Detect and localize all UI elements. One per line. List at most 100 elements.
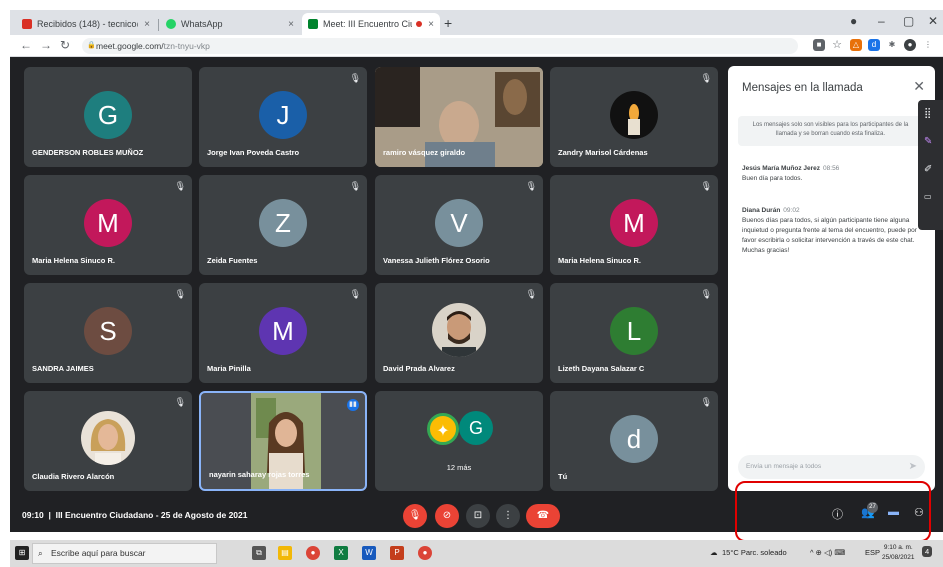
- close-tab-icon[interactable]: ×: [428, 19, 434, 30]
- new-tab-button[interactable]: +: [444, 15, 452, 31]
- file-explorer-icon[interactable]: ▤: [278, 546, 292, 560]
- back-arrow-icon[interactable]: ←: [20, 38, 32, 52]
- tray-icons[interactable]: ^ ⊕ ◁) ⌨: [810, 548, 845, 557]
- participant-tile[interactable]: 🎙 Z Zeida Fuentes: [199, 175, 367, 275]
- whatsapp-icon: [166, 19, 176, 29]
- speaking-indicator-icon: ▮▮: [347, 399, 359, 411]
- taskbar-search[interactable]: ⌕ Escribe aquí para buscar: [32, 543, 217, 564]
- meet-icon: [308, 19, 318, 29]
- avatar: M: [259, 307, 307, 355]
- avatar: ✦: [427, 413, 459, 445]
- reload-icon[interactable]: ↻: [60, 38, 70, 52]
- participant-tile[interactable]: 🎙 Zandry Marisol Cárdenas: [550, 67, 718, 167]
- avatar: S: [84, 307, 132, 355]
- participant-tile[interactable]: 🎙 S SANDRA JAIMES: [24, 283, 192, 383]
- windows-start-icon[interactable]: ⊞: [15, 546, 29, 560]
- clock[interactable]: 9:10 a. m. 25/08/2021: [882, 543, 915, 563]
- extension-icon[interactable]: △: [850, 39, 862, 51]
- participant-video-tile[interactable]: ▮▮ nayarin saharay rojas torres: [199, 391, 367, 491]
- meeting-info: 09:10 | III Encuentro Ciudadano - 25 de …: [22, 510, 248, 520]
- weather-label[interactable]: 15°C Parc. soleado: [722, 548, 787, 557]
- participant-tile[interactable]: 🎙 Claudia Rivero Alarcón: [24, 391, 192, 491]
- end-call-button[interactable]: ☎: [526, 504, 560, 528]
- mic-off-icon: 🎙: [525, 181, 537, 191]
- language-indicator[interactable]: ESP: [865, 548, 880, 557]
- participant-photo: [81, 411, 135, 465]
- star-icon[interactable]: ☆: [831, 39, 843, 51]
- participant-photo: [432, 303, 486, 357]
- highlight-annotation: [735, 481, 931, 542]
- close-icon[interactable]: ✕: [913, 78, 925, 95]
- tab-whatsapp[interactable]: WhatsApp ×: [160, 13, 300, 35]
- mic-toggle-button[interactable]: 🎙: [403, 504, 427, 528]
- participant-tile[interactable]: G GENDERSON ROBLES MUÑOZ: [24, 67, 192, 167]
- participant-tile[interactable]: 🎙 M Maria Helena Sinuco R.: [24, 175, 192, 275]
- pen-icon[interactable]: ✐: [924, 164, 932, 175]
- browser-toolbar: ← → ↻ 🔒 meet.google.com/tzn-tnyu-vkp ■ ☆…: [10, 35, 943, 57]
- powerpoint-icon[interactable]: P: [390, 546, 404, 560]
- captions-icon[interactable]: ▭: [924, 192, 932, 201]
- more-options-button[interactable]: ⋮: [496, 504, 520, 528]
- more-count-label: 12 más: [446, 463, 472, 472]
- menu-dots-icon[interactable]: ⋮: [922, 39, 934, 51]
- browser-tab-strip: Recibidos (148) - tecnico@comi… × WhatsA…: [10, 10, 943, 35]
- present-button[interactable]: ⊡: [466, 504, 490, 528]
- recording-dot-icon: [416, 21, 423, 27]
- avatar: V: [435, 199, 483, 247]
- chat-message: Diana Durán 09:02 Buenos días para todos,…: [742, 207, 917, 254]
- mic-off-icon: 🎙: [174, 181, 186, 191]
- participant-tile[interactable]: 🎙 J Jorge Ivan Poveda Castro: [199, 67, 367, 167]
- chrome-icon[interactable]: ●: [306, 546, 320, 560]
- participant-tile[interactable]: 🎙 M Maria Pinilla: [199, 283, 367, 383]
- puzzle-icon[interactable]: ✱: [886, 39, 898, 51]
- close-tab-icon[interactable]: ×: [144, 19, 150, 30]
- participant-tile[interactable]: 🎙 David Prada Alvarez: [375, 283, 543, 383]
- close-tab-icon[interactable]: ×: [288, 19, 294, 30]
- avatar: M: [84, 199, 132, 247]
- camera-toggle-button[interactable]: ⊘: [435, 504, 459, 528]
- more-participants-tile[interactable]: ✦ G 12 más: [375, 391, 543, 491]
- mic-off-icon: 🎙: [700, 397, 712, 407]
- send-icon[interactable]: ➤: [909, 455, 917, 479]
- search-icon: ⌕: [38, 548, 43, 558]
- notifications-icon[interactable]: 4: [922, 546, 933, 557]
- forward-arrow-icon[interactable]: →: [40, 38, 52, 52]
- grid-icon[interactable]: ⣿: [924, 108, 931, 119]
- screen: Recibidos (148) - tecnico@comi… × WhatsA…: [0, 0, 943, 567]
- tab-meet[interactable]: Meet: III Encuentro Ciudada… ×: [302, 13, 440, 35]
- mic-off-icon: 🎙: [525, 289, 537, 299]
- gmail-icon: [22, 19, 32, 29]
- mic-off-icon: 🎙: [174, 289, 186, 299]
- close-window-icon[interactable]: ✕: [928, 14, 938, 28]
- maximize-icon[interactable]: ▢: [903, 14, 914, 28]
- chat-notice: Los mensajes solo son visibles para los …: [738, 116, 923, 146]
- weather-icon[interactable]: ☁: [710, 548, 718, 557]
- task-view-icon[interactable]: ⧉: [252, 546, 266, 560]
- self-tile[interactable]: 🎙 d Tú: [550, 391, 718, 491]
- avatar[interactable]: ●: [904, 39, 916, 51]
- avatar: Z: [259, 199, 307, 247]
- avatar: J: [259, 91, 307, 139]
- chrome-icon[interactable]: ●: [418, 546, 432, 560]
- word-icon[interactable]: W: [362, 546, 376, 560]
- extension-icon[interactable]: d: [868, 39, 880, 51]
- mic-off-icon: 🎙: [349, 289, 361, 299]
- windows-taskbar: ⊞ ⌕ Escribe aquí para buscar ⧉ ▤ ● X W P…: [10, 540, 943, 567]
- avatar: d: [610, 415, 658, 463]
- participant-tile[interactable]: 🎙 L Lizeth Dayana Salazar C: [550, 283, 718, 383]
- profile-dot-icon[interactable]: ●: [850, 14, 857, 28]
- mic-off-icon: 🎙: [700, 73, 712, 83]
- address-bar[interactable]: 🔒 meet.google.com/tzn-tnyu-vkp: [82, 38, 798, 54]
- chat-input[interactable]: Envía un mensaje a todos ➤: [738, 455, 925, 479]
- tab-gmail[interactable]: Recibidos (148) - tecnico@comi… ×: [16, 13, 156, 35]
- camera-icon[interactable]: ■: [813, 39, 825, 51]
- minimize-icon[interactable]: –: [878, 14, 885, 28]
- whiteboard-icon[interactable]: ✎: [924, 136, 932, 147]
- participant-tile[interactable]: 🎙 M Maria Helena Sinuco R.: [550, 175, 718, 275]
- avatar: L: [610, 307, 658, 355]
- participant-video-tile[interactable]: ramiro vásquez giraldo: [375, 67, 543, 167]
- excel-icon[interactable]: X: [334, 546, 348, 560]
- participant-tile[interactable]: 🎙 V Vanessa Julieth Flórez Osorio: [375, 175, 543, 275]
- lock-icon: 🔒: [87, 42, 96, 49]
- chat-message: Jesús María Muñoz Jerez 08:56 Buen día pa…: [742, 165, 840, 182]
